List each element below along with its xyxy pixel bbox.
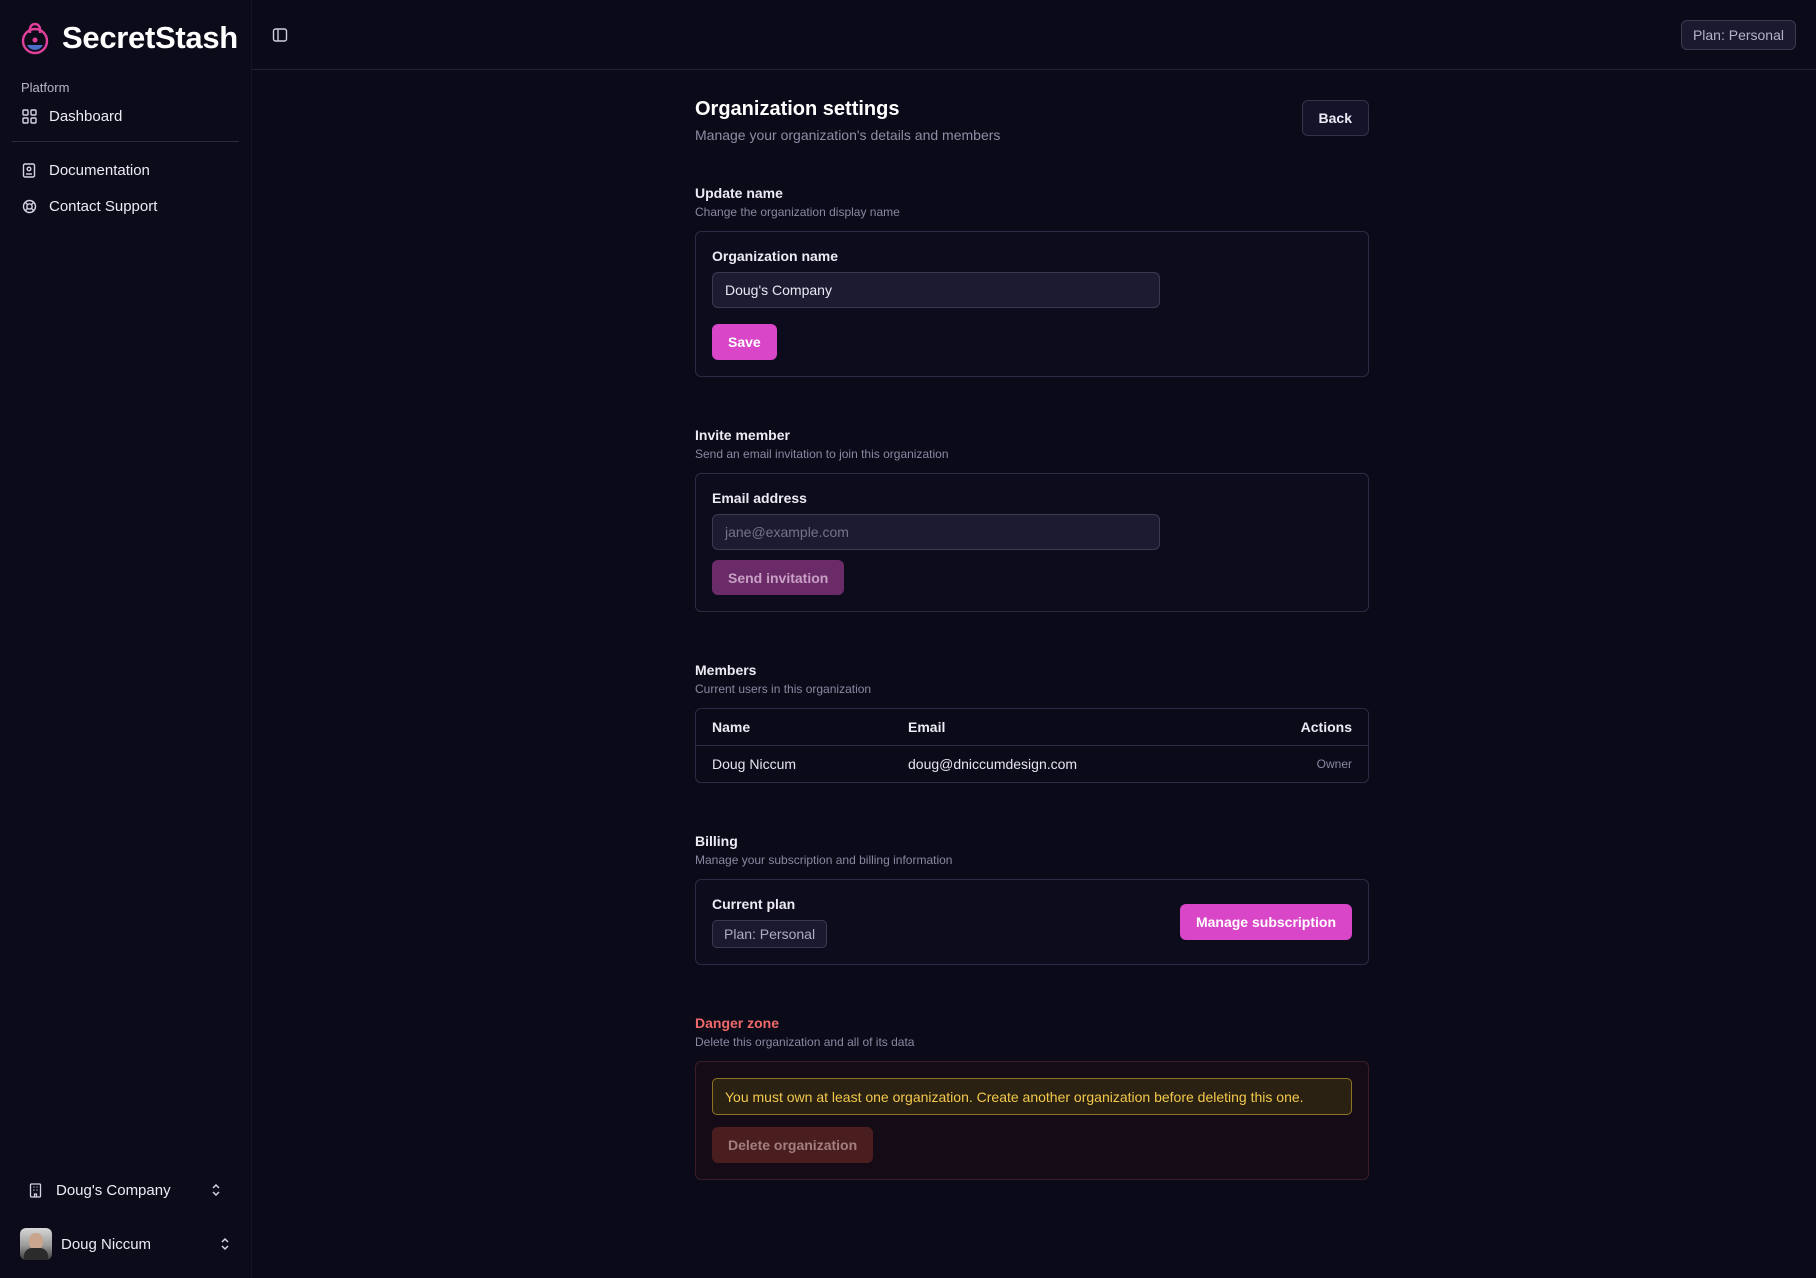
invite-card: Email address jane@example.com Send invi… — [695, 473, 1369, 612]
table-header-row: Name Email Actions — [696, 709, 1368, 746]
sidebar-item-label: Documentation — [49, 161, 150, 179]
settings-content: Organization settings Manage your organi… — [695, 70, 1369, 1180]
member-email: doug@dniccumdesign.com — [908, 755, 1078, 772]
delete-organization-button[interactable]: Delete organization — [712, 1127, 874, 1163]
members-table-card: Name Email Actions Doug Niccum doug@dnic… — [695, 708, 1369, 783]
chevrons-up-down-icon — [210, 1183, 222, 1197]
invite-member-section: Invite member Send an email invitation t… — [695, 427, 1369, 612]
warning-message: You must own at least one organization. … — [712, 1078, 1352, 1115]
sidebar-item-label: Contact Support — [49, 197, 158, 215]
section-subtitle: Change the organization display name — [695, 205, 900, 219]
billing-card: Current plan Plan: Personal Manage subsc… — [695, 879, 1369, 965]
page-header: Organization settings Manage your organi… — [695, 98, 1369, 143]
page-subtitle: Manage your organization's details and m… — [695, 127, 1001, 143]
sidebar-item-dashboard[interactable]: Dashboard — [0, 98, 251, 134]
danger-zone-title: Danger zone — [695, 1015, 780, 1031]
sidebar-item-documentation[interactable]: Documentation — [0, 152, 251, 188]
members-section: Members Current users in this organizati… — [695, 662, 1369, 783]
send-invitation-button[interactable]: Send invitation — [712, 560, 845, 595]
column-header-name: Name — [696, 709, 892, 746]
page-title: Organization settings — [695, 98, 900, 120]
org-switcher[interactable]: Doug's Company — [0, 1170, 251, 1210]
avatar — [20, 1228, 52, 1260]
table-row: Doug Niccum doug@dniccumdesign.com Owner — [696, 745, 1368, 782]
section-title: Update name — [695, 185, 783, 201]
section-subtitle: Manage your subscription and billing inf… — [695, 853, 953, 867]
section-title: Billing — [695, 833, 738, 849]
main-area: Plan: Personal Organization settings Man… — [252, 0, 1816, 1278]
danger-card: You must own at least one organization. … — [695, 1061, 1369, 1180]
danger-zone-section: Danger zone Delete this organization and… — [695, 1015, 1369, 1180]
org-switcher-label: Doug's Company — [56, 1181, 171, 1199]
user-name: Doug Niccum — [61, 1235, 152, 1253]
sidebar-item-label: Dashboard — [49, 107, 123, 125]
current-plan-label: Current plan — [712, 896, 796, 912]
lock-logo-icon — [20, 20, 52, 56]
sidebar-toggle-icon[interactable] — [270, 25, 290, 45]
organization-name-input[interactable]: Doug's Company — [712, 272, 1160, 308]
book-icon — [21, 162, 37, 178]
chevrons-up-down-icon — [219, 1237, 231, 1251]
section-title: Invite member — [695, 427, 790, 443]
column-header-email: Email — [892, 709, 1229, 746]
email-field[interactable]: jane@example.com — [712, 514, 1160, 550]
section-subtitle: Current users in this organization — [695, 682, 872, 696]
field-label: Organization name — [712, 248, 839, 264]
brand-name: SecretStash — [62, 20, 238, 55]
brand[interactable]: SecretStash — [0, 0, 251, 76]
nav-group-label: Platform — [21, 80, 70, 95]
grid-icon — [21, 108, 37, 124]
billing-section: Billing Manage your subscription and bil… — [695, 833, 1369, 965]
section-subtitle: Delete this organization and all of its … — [695, 1035, 915, 1049]
sidebar-item-contact-support[interactable]: Contact Support — [0, 188, 251, 224]
member-role: Owner — [1316, 756, 1352, 771]
member-name: Doug Niccum — [712, 755, 797, 772]
sidebar-divider — [12, 141, 239, 142]
app-root: SecretStash Platform Dashboard Documenta… — [0, 0, 1816, 1278]
update-name-card: Organization name Doug's Company Save — [695, 231, 1369, 377]
topbar: Plan: Personal — [252, 0, 1816, 70]
members-table: Name Email Actions Doug Niccum doug@dnic… — [696, 709, 1368, 782]
sidebar: SecretStash Platform Dashboard Documenta… — [0, 0, 252, 1278]
building-icon — [29, 1182, 44, 1198]
back-button[interactable]: Back — [1301, 100, 1369, 136]
plan-chip: Plan: Personal — [712, 920, 828, 948]
sidebar-footer: Doug's Company Doug Niccum — [0, 1170, 251, 1278]
update-name-section: Update name Change the organization disp… — [695, 185, 1369, 377]
plan-badge: Plan: Personal — [1680, 19, 1796, 50]
lifebuoy-icon — [21, 198, 37, 214]
section-title: Members — [695, 662, 757, 678]
field-label: Email address — [712, 490, 807, 506]
save-button[interactable]: Save — [712, 324, 777, 360]
column-header-actions: Actions — [1228, 709, 1368, 746]
user-menu[interactable]: Doug Niccum — [0, 1224, 251, 1264]
manage-subscription-button[interactable]: Manage subscription — [1179, 904, 1352, 940]
section-subtitle: Send an email invitation to join this or… — [695, 447, 949, 461]
